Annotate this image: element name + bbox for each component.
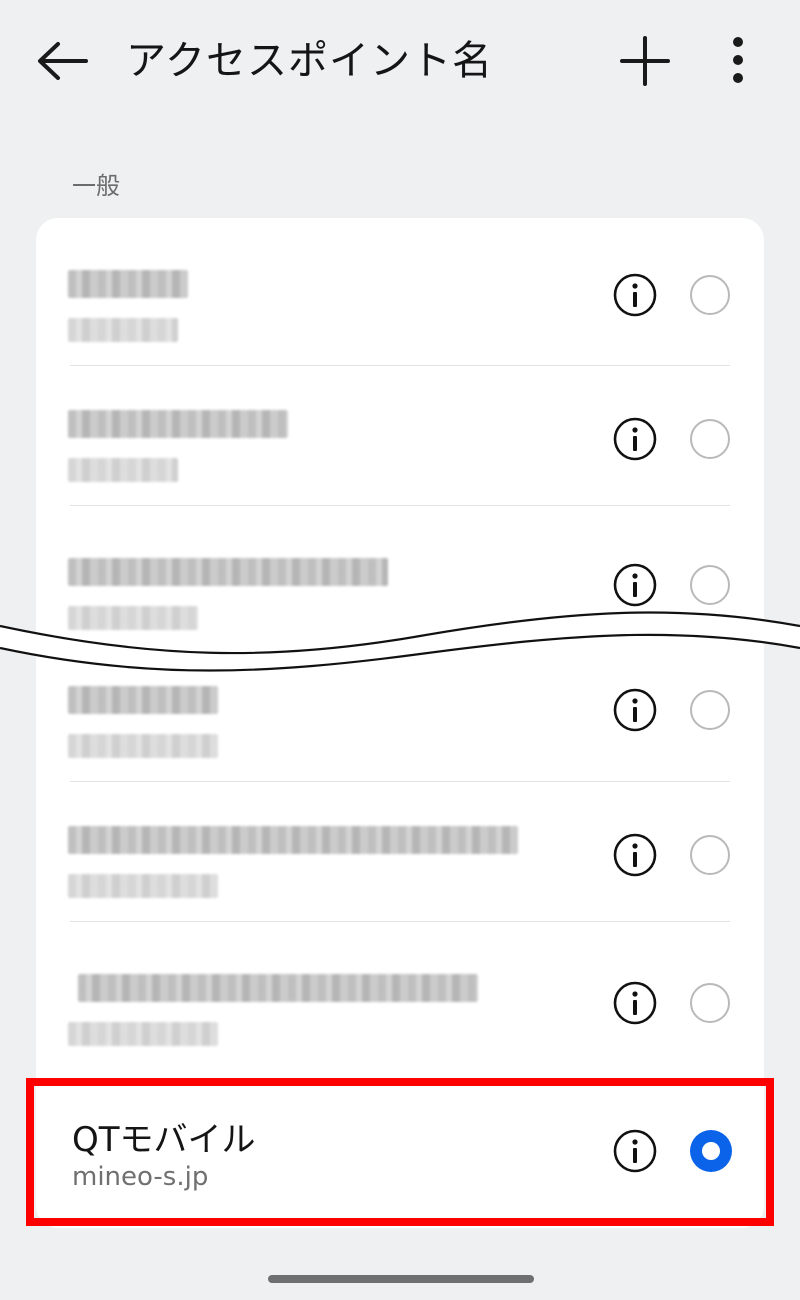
info-icon[interactable] [612,416,658,462]
plus-icon[interactable] [620,36,670,86]
radio-button[interactable] [690,275,730,315]
blurred-apn-address [68,874,218,898]
blurred-apn-name [68,686,218,714]
blurred-apn-address [68,734,218,758]
gesture-navigation-bar[interactable] [268,1275,534,1283]
blurred-apn-address [68,458,178,482]
blurred-apn-name [78,974,478,1002]
blurred-apn-name [68,558,388,586]
divider [70,505,730,506]
blurred-apn-name [68,410,288,438]
highlight-box [26,1078,774,1226]
blurred-apn-name [68,270,188,298]
blurred-apn-address [68,1022,218,1046]
section-label: 一般 [72,172,120,200]
blurred-apn-name [68,826,518,854]
info-icon[interactable] [612,687,658,733]
radio-button[interactable] [690,690,730,730]
apn-list-card [36,218,764,1228]
apn-list-item[interactable] [36,366,764,506]
page-title: アクセスポイント名 [126,38,493,84]
more-vertical-icon[interactable] [718,34,758,86]
top-app-bar: アクセスポイント名 [0,0,800,120]
wave-break-marker [0,611,800,672]
blurred-apn-address [68,318,178,342]
apn-list-item[interactable] [36,782,764,922]
info-icon[interactable] [612,272,658,318]
info-icon[interactable] [612,980,658,1026]
radio-button[interactable] [690,419,730,459]
apn-list-item[interactable] [36,930,764,1070]
info-icon[interactable] [612,832,658,878]
back-arrow-icon[interactable] [34,38,90,84]
apn-list-item[interactable] [36,226,764,366]
divider [70,921,730,922]
radio-button[interactable] [690,983,730,1023]
radio-button[interactable] [690,835,730,875]
